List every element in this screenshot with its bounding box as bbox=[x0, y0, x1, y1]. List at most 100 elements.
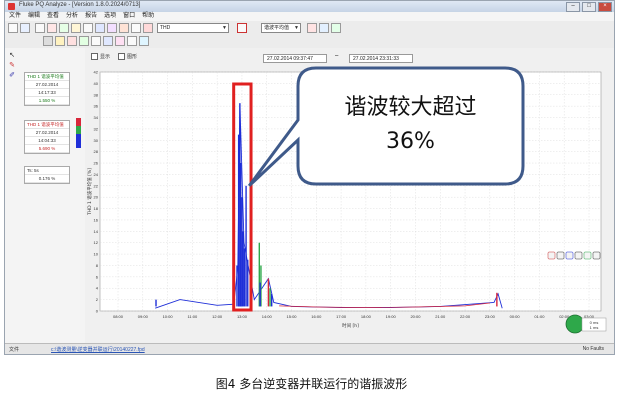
close-button[interactable]: × bbox=[598, 2, 612, 12]
zoom-in-icon[interactable] bbox=[55, 36, 65, 46]
x-tick-label: 18:00 bbox=[361, 314, 372, 319]
spectrum-icon[interactable] bbox=[107, 23, 117, 33]
print-icon[interactable] bbox=[565, 251, 574, 260]
x-tick-label: 22:00 bbox=[460, 314, 471, 319]
table-icon[interactable] bbox=[83, 23, 93, 33]
lock-icon[interactable] bbox=[307, 23, 317, 33]
y-tick-label: 8 bbox=[96, 263, 99, 268]
settings-icon[interactable] bbox=[131, 23, 141, 33]
cursor-icon[interactable] bbox=[43, 36, 53, 46]
application-window: Fluke PQ Analyze - [Version 1.8.0.2024/0… bbox=[4, 0, 615, 355]
zoom-icon[interactable] bbox=[71, 23, 81, 33]
y-tick-label: 32 bbox=[94, 126, 99, 131]
x-tick-label: 01:00 bbox=[534, 314, 545, 319]
title-bar: Fluke PQ Analyze - [Version 1.8.0.2024/0… bbox=[5, 1, 614, 12]
measurement-select[interactable]: THD bbox=[157, 23, 229, 33]
redo-icon[interactable] bbox=[139, 36, 149, 46]
copy-icon[interactable] bbox=[59, 23, 69, 33]
save-icon[interactable] bbox=[20, 23, 30, 33]
undo-icon[interactable] bbox=[127, 36, 137, 46]
zoom-badge-line-2: 1 ms bbox=[590, 325, 599, 330]
y-tick-label: 12 bbox=[94, 240, 99, 245]
status-faults: No Faults bbox=[582, 346, 604, 352]
export-icon[interactable] bbox=[47, 23, 57, 33]
legend-2-header: THD 1 谐波平均值 bbox=[25, 121, 69, 129]
legend-card-2[interactable]: THD 1 谐波平均值 27.02.2014 14:04:33 5.690 % bbox=[24, 120, 70, 154]
y-tick-label: 40 bbox=[94, 81, 99, 86]
fit-icon[interactable] bbox=[91, 36, 101, 46]
channel-color-bar bbox=[76, 118, 81, 148]
status-file-link[interactable]: c:\谐波测量\逆变器并联运行\20140227.fpd bbox=[51, 346, 145, 353]
pen-icon[interactable]: ✎ bbox=[8, 62, 16, 70]
alarm-icon[interactable] bbox=[143, 23, 153, 33]
window-title: Fluke PQ Analyze - [Version 1.8.0.2024/0… bbox=[19, 2, 141, 8]
y-tick-label: 10 bbox=[94, 252, 99, 257]
legend-1-date: 27.02.2014 bbox=[25, 81, 69, 89]
refresh-icon[interactable] bbox=[331, 23, 341, 33]
home-icon[interactable] bbox=[547, 251, 556, 260]
legend-card-3[interactable]: Ts: 5s 0.176 % bbox=[24, 166, 70, 184]
legend-1-value: 1.550 % bbox=[25, 97, 69, 105]
figure-caption: 图4 多台逆变器并联运行的谐振波形 bbox=[215, 377, 408, 391]
y-tick-label: 16 bbox=[94, 217, 99, 222]
back-icon[interactable] bbox=[556, 251, 565, 260]
phase-l1-icon[interactable] bbox=[237, 23, 247, 33]
layers-icon[interactable] bbox=[583, 251, 592, 260]
x-tick-label: 09:00 bbox=[138, 314, 149, 319]
y-tick-label: 38 bbox=[94, 92, 99, 97]
y-tick-label: 42 bbox=[94, 70, 99, 75]
y-tick-label: 20 bbox=[94, 195, 99, 200]
print-icon[interactable] bbox=[35, 23, 45, 33]
x-tick-label: 16:00 bbox=[311, 314, 322, 319]
menu-report[interactable]: 报告 bbox=[85, 12, 97, 21]
y-tick-label: 22 bbox=[94, 183, 99, 188]
grid-icon[interactable] bbox=[103, 36, 113, 46]
menu-help[interactable]: 帮助 bbox=[142, 12, 154, 21]
minimize-button[interactable]: – bbox=[566, 2, 580, 12]
x-tick-label: 14:00 bbox=[262, 314, 273, 319]
export-icon[interactable] bbox=[592, 251, 601, 260]
legend-1-header: THD 1 谐波平均值 bbox=[25, 73, 69, 81]
y-tick-label: 4 bbox=[96, 286, 99, 291]
y-tick-label: 30 bbox=[94, 138, 99, 143]
y-tick-label: 2 bbox=[96, 297, 99, 302]
y-tick-label: 0 bbox=[96, 309, 99, 314]
channel-panel: ↖ ✎ ✐ THD 1 谐波平均值 27.02.2014 14:17:33 1.… bbox=[5, 48, 86, 344]
app-icon bbox=[8, 3, 15, 10]
thd-trend-chart[interactable]: 4240383634323028262422201816141210864200… bbox=[85, 48, 615, 336]
menu-edit[interactable]: 编辑 bbox=[28, 12, 40, 21]
legend-3-value: 0.176 % bbox=[25, 175, 69, 183]
legend-2-value: 5.690 % bbox=[25, 145, 69, 153]
status-label: 文件 bbox=[9, 347, 20, 353]
zoom-out-icon[interactable] bbox=[67, 36, 77, 46]
event-icon[interactable] bbox=[119, 23, 129, 33]
menu-analysis[interactable]: 分析 bbox=[66, 12, 78, 21]
arrow-cursor-icon[interactable]: ↖ bbox=[8, 52, 16, 60]
brush-icon[interactable]: ✐ bbox=[8, 72, 16, 80]
menu-file[interactable]: 文件 bbox=[9, 12, 21, 21]
x-tick-label: 15:00 bbox=[287, 314, 298, 319]
marker-icon[interactable] bbox=[115, 36, 125, 46]
y-tick-label: 6 bbox=[96, 274, 99, 279]
info-icon[interactable] bbox=[319, 23, 329, 33]
parameter-select[interactable]: 谐波平均值 bbox=[261, 23, 301, 33]
status-bar: 文件 c:\谐波测量\逆变器并联运行\20140227.fpd No Fault… bbox=[5, 343, 614, 354]
x-tick-label: 21:00 bbox=[435, 314, 446, 319]
menu-view[interactable]: 查看 bbox=[47, 12, 59, 21]
menu-window[interactable]: 窗口 bbox=[123, 12, 135, 21]
open-file-icon[interactable] bbox=[8, 23, 18, 33]
maximize-button[interactable]: □ bbox=[582, 2, 596, 12]
x-tick-label: 23:00 bbox=[485, 314, 496, 319]
chart-icon[interactable] bbox=[95, 23, 105, 33]
x-tick-label: 13:00 bbox=[237, 314, 248, 319]
x-axis-label: 时间 [h] bbox=[342, 322, 359, 329]
y-tick-label: 28 bbox=[94, 149, 99, 154]
pan-icon[interactable] bbox=[79, 36, 89, 46]
y-tick-label: 34 bbox=[94, 115, 99, 120]
legend-card-1[interactable]: THD 1 谐波平均值 27.02.2014 14:17:33 1.550 % bbox=[24, 72, 70, 106]
x-tick-label: 17:00 bbox=[336, 314, 347, 319]
edit-icon[interactable] bbox=[574, 251, 583, 260]
menu-options[interactable]: 选项 bbox=[104, 12, 116, 21]
zoom-badge-icon[interactable] bbox=[565, 314, 585, 334]
y-tick-label: 26 bbox=[94, 161, 99, 166]
